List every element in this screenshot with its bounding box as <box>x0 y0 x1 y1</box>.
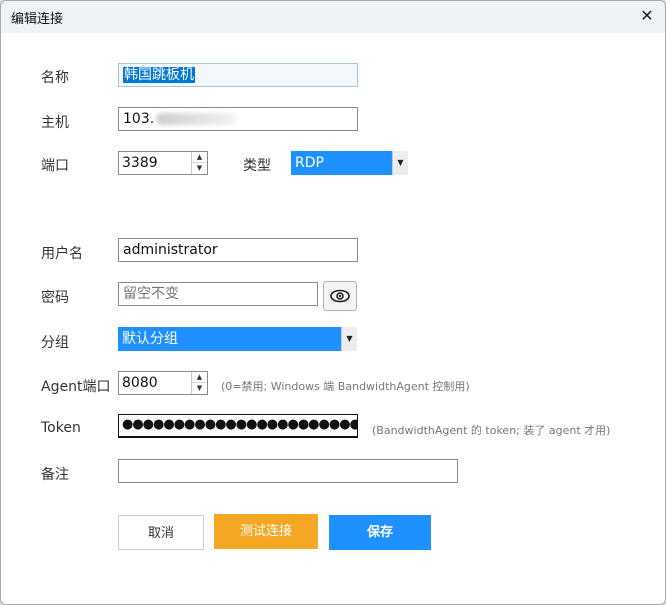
spinner-down-icon[interactable]: ▼ <box>192 163 207 174</box>
name-input[interactable]: 韩国跳板机 <box>118 63 358 87</box>
token-hint: (BandwidthAgent 的 token; 装了 agent 才用) <box>372 424 611 437</box>
type-select[interactable]: RDP ▼ <box>291 151 408 175</box>
close-icon[interactable]: ✕ <box>635 5 659 29</box>
cancel-button[interactable]: 取消 <box>118 515 204 550</box>
port-spinner[interactable]: 3389 ▲ ▼ <box>118 151 208 175</box>
agent-port-spinner-arrows: ▲ ▼ <box>191 372 207 394</box>
note-input[interactable] <box>118 459 458 483</box>
test-connection-button[interactable]: 测试连接 <box>214 514 318 549</box>
note-label: 备注 <box>41 467 69 483</box>
port-spinner-arrows: ▲ ▼ <box>191 152 207 174</box>
token-value: ●●●●●●●●●●●●●●●●●●●●●●●●●●●●●●●●●● <box>122 417 358 432</box>
type-label: 类型 <box>243 158 271 174</box>
port-label: 端口 <box>41 158 69 174</box>
redacted-blur <box>156 113 237 125</box>
dialog-title: 编辑连接 <box>11 12 64 27</box>
chevron-down-icon[interactable]: ▼ <box>392 151 408 175</box>
eye-icon <box>330 289 350 303</box>
port-value: 3389 <box>122 155 158 171</box>
type-value: RDP <box>295 155 324 171</box>
title-bar: 编辑连接 ✕ <box>1 1 665 33</box>
username-label: 用户名 <box>41 246 83 262</box>
password-label: 密码 <box>41 290 69 306</box>
name-value: 韩国跳板机 <box>123 67 195 83</box>
agent-port-spinner[interactable]: 8080 ▲ ▼ <box>118 371 208 395</box>
host-label: 主机 <box>41 115 69 131</box>
chevron-down-icon[interactable]: ▼ <box>341 327 357 351</box>
token-label: Token <box>41 420 81 436</box>
token-input[interactable]: ●●●●●●●●●●●●●●●●●●●●●●●●●●●●●●●●●● <box>118 414 358 438</box>
group-label: 分组 <box>41 335 69 351</box>
save-button[interactable]: 保存 <box>329 515 431 550</box>
username-input[interactable]: administrator <box>118 238 358 262</box>
username-value: administrator <box>123 242 218 258</box>
group-value: 默认分组 <box>122 331 178 347</box>
host-value: 103. <box>123 111 155 127</box>
spinner-up-icon[interactable]: ▲ <box>192 152 207 163</box>
host-input[interactable]: 103. <box>118 107 358 131</box>
agent-port-hint: (0=禁用; Windows 端 BandwidthAgent 控制用) <box>221 380 470 393</box>
agent-port-value: 8080 <box>122 375 158 391</box>
group-select[interactable]: 默认分组 ▼ <box>118 327 357 351</box>
name-label: 名称 <box>41 70 69 86</box>
spinner-down-icon[interactable]: ▼ <box>192 383 207 394</box>
edit-connection-dialog: 编辑连接 ✕ 名称 韩国跳板机 主机 103. 端口 3389 ▲ ▼ 类型 R… <box>0 0 666 605</box>
agent-port-label: Agent端口 <box>41 379 111 395</box>
password-input[interactable]: 留空不变 <box>118 282 318 306</box>
spinner-up-icon[interactable]: ▲ <box>192 372 207 383</box>
password-placeholder: 留空不变 <box>123 286 179 302</box>
show-password-button[interactable] <box>323 281 357 311</box>
